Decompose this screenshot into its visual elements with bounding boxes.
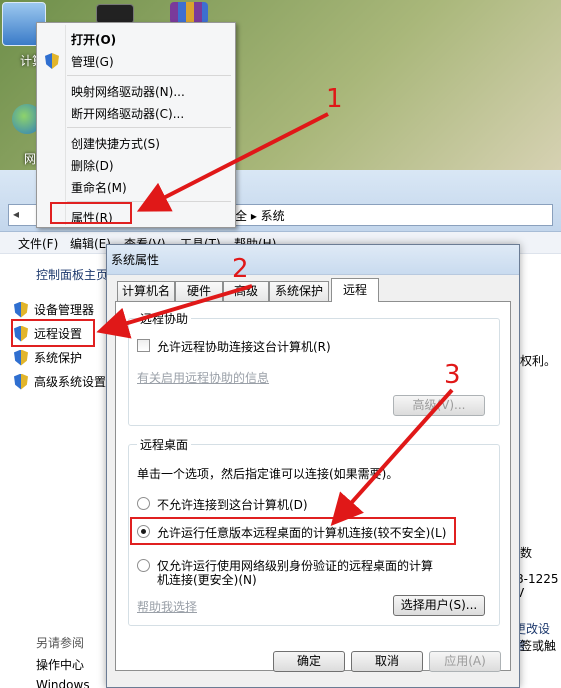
advanced-button[interactable]: 高级(V)... xyxy=(393,395,485,416)
tab-computer-name[interactable]: 计算机名 xyxy=(117,281,175,301)
context-menu: 打开(O) 管理(G) 映射网络驱动器(N)... 断开网络驱动器(C)... … xyxy=(36,22,236,228)
media-desktop-icon[interactable] xyxy=(96,4,134,24)
shield-icon xyxy=(14,374,28,390)
shield-icon xyxy=(14,350,28,366)
tab-hardware[interactable]: 硬件 xyxy=(175,281,223,301)
right-text-product-id: 8-1225 V xyxy=(516,572,559,600)
sidebar-item-label: 高级系统设置 xyxy=(34,375,107,389)
deny-connections-label[interactable]: 不允许连接到这台计算机(D) xyxy=(157,496,308,513)
allow-nla-only-label-line2[interactable]: 机连接(更安全)(N) xyxy=(157,571,257,588)
dialog-title: 系统属性 xyxy=(111,253,160,267)
shield-icon xyxy=(14,302,28,318)
menu-gutter xyxy=(65,25,66,225)
menu-separator xyxy=(67,75,231,76)
highlight-properties xyxy=(50,202,132,224)
right-text-rights: 权利。 xyxy=(520,354,557,368)
remote-tab-panel: 远程协助 允许远程协助连接这台计算机(R) 有关启用远程协助的信息 高级(V).… xyxy=(115,301,511,671)
breadcrumb[interactable]: 全 ▸ 系统 xyxy=(235,207,285,224)
annotation-number-2: 2 xyxy=(232,254,249,284)
remote-assist-info-link[interactable]: 有关启用远程协助的信息 xyxy=(137,369,269,386)
highlight-remote-settings xyxy=(11,319,95,347)
sidebar-item-advanced-system-settings[interactable]: 高级系统设置 xyxy=(14,373,106,390)
sidebar-item-label: 系统保护 xyxy=(34,351,83,365)
menu-edit[interactable]: 编辑(E) xyxy=(70,235,111,252)
cancel-button[interactable]: 取消 xyxy=(351,651,423,672)
ok-button[interactable]: 确定 xyxy=(273,651,345,672)
menu-item-disconnect-drive[interactable]: 断开网络驱动器(C)... xyxy=(71,105,184,122)
highlight-allow-any-version xyxy=(130,517,456,545)
remote-desktop-description: 单击一个选项，然后指定谁可以连接(如果需要)。 xyxy=(137,467,399,481)
system-properties-dialog: 系统属性 计算机名 硬件 高级 系统保护 远程 远程协助 允许远程协助连接这台计… xyxy=(106,244,520,688)
see-also-heading: 另请参阅 xyxy=(36,636,85,650)
remote-desktop-title: 远程桌面 xyxy=(137,436,192,453)
dialog-title-bar[interactable]: 系统属性 xyxy=(107,245,519,275)
action-center-link[interactable]: 操作中心 xyxy=(36,656,84,673)
archive-desktop-icon[interactable] xyxy=(170,2,208,24)
help-me-choose-link[interactable]: 帮助我选择 xyxy=(137,598,197,615)
select-users-button[interactable]: 选择用户(S)... xyxy=(393,595,485,616)
allow-remote-assist-label[interactable]: 允许远程协助连接这台计算机(R) xyxy=(157,338,331,355)
control-panel-home-link[interactable]: 控制面板主页 xyxy=(36,266,108,283)
annotation-number-3: 3 xyxy=(444,360,461,390)
annotation-number-1: 1 xyxy=(326,84,343,114)
apply-button[interactable]: 应用(A) xyxy=(429,651,501,672)
tab-system-protection[interactable]: 系统保护 xyxy=(269,281,329,301)
menu-item-open[interactable]: 打开(O) xyxy=(71,31,116,48)
menu-item-manage[interactable]: 管理(G) xyxy=(71,53,114,70)
menu-file[interactable]: 文件(F) xyxy=(18,235,58,252)
tab-advanced[interactable]: 高级 xyxy=(223,281,269,301)
menu-separator xyxy=(67,127,231,128)
allow-nla-only-radio[interactable] xyxy=(137,559,150,572)
right-text-touch: 签或触 xyxy=(520,639,557,653)
back-arrow-icon[interactable]: ◂ xyxy=(13,207,19,221)
menu-item-map-drive[interactable]: 映射网络驱动器(N)... xyxy=(71,83,185,100)
sidebar-item-device-manager[interactable]: 设备管理器 xyxy=(14,301,94,318)
menu-item-delete[interactable]: 删除(D) xyxy=(71,157,114,174)
menu-item-rename[interactable]: 重命名(M) xyxy=(71,179,127,196)
sidebar-item-system-protection[interactable]: 系统保护 xyxy=(14,349,82,366)
right-text-number: 数 xyxy=(520,546,533,560)
tab-remote[interactable]: 远程 xyxy=(331,278,379,302)
menu-item-create-shortcut[interactable]: 创建快捷方式(S) xyxy=(71,135,160,152)
windows-update-link[interactable]: Windows Update xyxy=(36,678,108,688)
deny-connections-radio[interactable] xyxy=(137,497,150,510)
allow-remote-assist-checkbox[interactable] xyxy=(137,339,150,352)
remote-assist-title: 远程协助 xyxy=(137,310,192,327)
network-desktop-label: 网 xyxy=(24,152,37,166)
shield-icon xyxy=(45,53,65,72)
sidebar-item-label: 设备管理器 xyxy=(34,303,95,317)
